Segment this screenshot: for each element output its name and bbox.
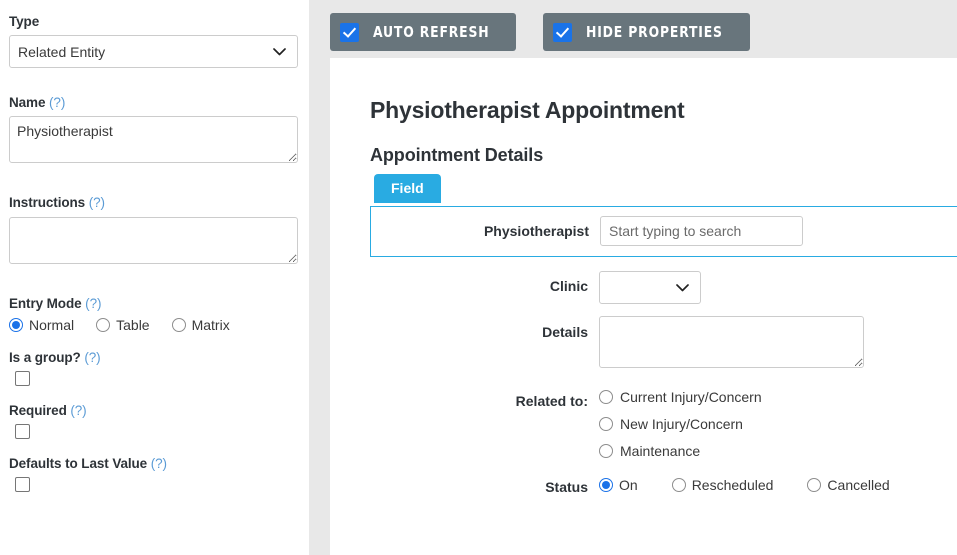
status-radio[interactable] [671, 478, 686, 493]
type-select[interactable]: Related Entity [9, 35, 298, 69]
details-input[interactable] [599, 316, 864, 369]
instructions-label: Instructions (?) [9, 195, 105, 211]
selected-field-highlight: Physiotherapist [370, 206, 957, 258]
is-a-group-field-group: Is a group? (?) [9, 350, 299, 386]
is-a-group-label: Is a group? (?) [9, 349, 101, 365]
required-checkbox[interactable] [15, 424, 30, 440]
entry-mode-option[interactable]: Matrix [171, 316, 230, 333]
preview-card: Physiotherapist Appointment Appointment … [330, 58, 957, 555]
properties-sidebar: Type Related Entity Name (?) Instruction… [0, 0, 309, 555]
instructions-input[interactable] [9, 216, 298, 264]
physiotherapist-control [600, 216, 957, 247]
physiotherapist-search-input[interactable] [600, 216, 803, 247]
tab-field[interactable]: Field [374, 174, 441, 204]
name-label: Name (?) [9, 95, 66, 111]
status-row: Status On Rescheduled Cancelled [370, 471, 957, 497]
clinic-select[interactable] [599, 271, 701, 305]
entry-mode-option[interactable]: Normal [9, 317, 74, 333]
related-to-option[interactable]: New Injury/Concern [599, 416, 957, 432]
tab-strip: Field [370, 174, 957, 206]
entry-mode-radio[interactable] [171, 317, 186, 332]
entry-mode-label: Entry Mode (?) [9, 295, 102, 311]
entry-mode-radio[interactable] [9, 317, 23, 332]
status-radio[interactable] [807, 478, 822, 493]
related-to-radio-group: Current Injury/Concern New Injury/Concern… [599, 385, 957, 459]
entry-mode-radio-group: Normal Table Matrix [9, 317, 299, 333]
status-option-label: Cancelled [827, 477, 890, 494]
preview-area: Auto Refresh Hide Properties Physiothera… [330, 0, 957, 555]
entry-mode-radio[interactable] [96, 317, 111, 332]
related-to-option[interactable]: Maintenance [599, 443, 957, 459]
is-a-group-help-icon[interactable]: (?) [84, 350, 100, 365]
status-radio-group: On Rescheduled Cancelled [599, 471, 957, 493]
related-to-radio[interactable] [599, 444, 613, 459]
status-option[interactable]: Rescheduled [671, 477, 774, 494]
status-option[interactable]: Cancelled [807, 477, 890, 494]
is-a-group-checkbox[interactable] [15, 370, 30, 386]
clinic-select-wrapper [599, 271, 701, 305]
entry-mode-field-group: Entry Mode (?) Normal Table Matrix [9, 296, 299, 333]
entry-mode-option-label: Matrix [191, 316, 230, 333]
related-to-row: Related to: Current Injury/Concern New In… [370, 385, 957, 459]
auto-refresh-label: Auto Refresh [373, 23, 490, 41]
clinic-control [599, 271, 957, 305]
related-to-label: Related to: [515, 393, 588, 410]
app-root: Type Related Entity Name (?) Instruction… [0, 0, 957, 555]
page-title: Physiotherapist Appointment [370, 97, 685, 123]
related-to-radio[interactable] [599, 417, 613, 432]
name-help-icon[interactable]: (?) [49, 95, 65, 110]
clinic-row: Clinic [370, 271, 957, 305]
type-field-group: Type Related Entity [9, 14, 299, 69]
required-help-icon[interactable]: (?) [70, 403, 86, 418]
name-field-group: Name (?) [9, 95, 299, 168]
defaults-to-last-value-checkbox[interactable] [15, 477, 30, 493]
entry-mode-option-label: Table [116, 316, 150, 333]
hide-properties-button[interactable]: Hide Properties [542, 13, 751, 51]
defaults-to-last-value-field-group: Defaults to Last Value (?) [9, 456, 299, 493]
instructions-help-icon[interactable]: (?) [89, 195, 105, 210]
entry-mode-option-label: Normal [29, 316, 75, 333]
defaults-to-last-value-help-icon[interactable]: (?) [151, 456, 167, 471]
related-to-option[interactable]: Current Injury/Concern [599, 389, 957, 405]
entry-mode-option[interactable]: Table [96, 316, 150, 333]
type-select-wrapper: Related Entity [9, 35, 298, 69]
hide-properties-label: Hide Properties [585, 23, 723, 41]
related-to-option-label: Maintenance [620, 443, 701, 460]
name-input[interactable] [9, 116, 298, 164]
required-field-group: Required (?) [9, 402, 299, 440]
status-option-label: Rescheduled [691, 477, 774, 494]
status-label: Status [545, 479, 588, 496]
entry-mode-help-icon[interactable]: (?) [85, 296, 101, 311]
clinic-label: Clinic [549, 278, 588, 295]
panel-divider [309, 0, 330, 555]
physiotherapist-row: Physiotherapist [371, 216, 957, 247]
section-title: Appointment Details [370, 145, 544, 166]
hide-properties-checkbox-icon[interactable] [552, 22, 572, 42]
defaults-to-last-value-label: Defaults to Last Value (?) [9, 456, 167, 472]
details-control [599, 316, 957, 373]
related-to-option-label: New Injury/Concern [620, 416, 743, 433]
status-radio[interactable] [599, 478, 613, 493]
instructions-field-group: Instructions (?) [9, 195, 299, 268]
physiotherapist-label: Physiotherapist [483, 223, 589, 240]
required-label: Required (?) [9, 402, 87, 418]
auto-refresh-button[interactable]: Auto Refresh [330, 13, 516, 51]
status-option-label: On [619, 477, 638, 494]
related-to-radio[interactable] [599, 390, 613, 405]
preview-toolbar: Auto Refresh Hide Properties [330, 12, 777, 52]
related-to-option-label: Current Injury/Concern [620, 389, 762, 406]
type-label: Type [9, 14, 40, 29]
details-row: Details [370, 316, 957, 373]
status-option[interactable]: On [599, 477, 638, 493]
details-label: Details [542, 324, 588, 341]
auto-refresh-checkbox-icon[interactable] [340, 22, 359, 42]
